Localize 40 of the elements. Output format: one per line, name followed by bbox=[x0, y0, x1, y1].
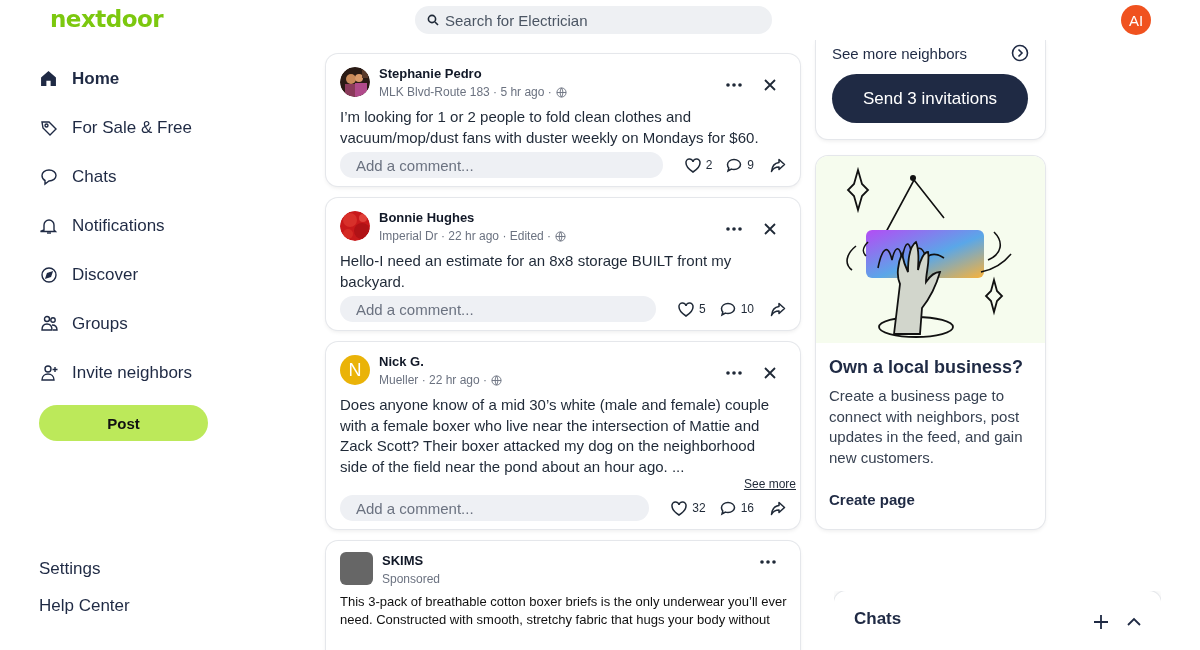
sidebar-item[interactable]: For Sale & Free bbox=[39, 103, 326, 152]
comment-field[interactable]: Add a comment... bbox=[340, 152, 663, 178]
card-title: Own a local business? bbox=[829, 357, 1025, 378]
post-text: This 3-pack of breathable cotton boxer briefs is the only underwear you’ll ever need. Constructed with smooth, stretchy fabric that hugs your body without bbox=[340, 594, 787, 627]
author-name[interactable]: Stephanie Pedro bbox=[379, 65, 482, 83]
send-invitations-button[interactable]: Send 3 invitations bbox=[832, 74, 1028, 123]
comment-count: 16 bbox=[740, 501, 754, 515]
see-more-link[interactable]: See more neighbors bbox=[832, 44, 968, 62]
post-text: Does anyone know of a mid 30’s white (male and female) couple with a female boxer who live near the intersection of Mattie and Zack Scott? Their boxer attacked my dog on the neighborhood side of the field near the pond about an hour ago. ... bbox=[340, 396, 770, 475]
comment-field[interactable]: Add a comment... bbox=[340, 495, 650, 521]
sidebar-item[interactable]: Home bbox=[39, 54, 326, 103]
create-page-link[interactable]: Create page bbox=[829, 491, 915, 508]
sidebar-item[interactable]: Invite neighbors bbox=[39, 348, 326, 397]
post-text: I’m looking for 1 or 2 people to fold clean clothes and vacuum/mop/dust fans with duster weekly on Mondays for $60. bbox=[340, 108, 759, 146]
post-meta: Imperial Dr · 22 hr ago · Edited · bbox=[379, 228, 552, 245]
user-avatar[interactable]: AI bbox=[1121, 5, 1151, 35]
post-button[interactable]: Post bbox=[39, 405, 208, 441]
post-meta: Sponsored bbox=[382, 571, 441, 588]
see-more-link[interactable]: See more bbox=[743, 477, 796, 491]
sidebar-item[interactable]: Groups bbox=[39, 299, 326, 348]
author-name[interactable]: SKIMS bbox=[382, 552, 424, 570]
post-text: Hello-I need an estimate for an 8x8 storage BUILT front my backyard. bbox=[340, 252, 732, 290]
comment-count: 9 bbox=[747, 158, 754, 172]
comment-count: 10 bbox=[740, 302, 754, 316]
card-description: Create a business page to connect with neighbors, post updates in the feed, and gain new customers. bbox=[829, 386, 1024, 468]
sidebar-item[interactable]: Discover bbox=[39, 250, 326, 299]
search-field[interactable]: Search for Electrician bbox=[415, 6, 772, 34]
panel-title: Chats bbox=[854, 609, 902, 629]
like-count: 2 bbox=[705, 158, 713, 172]
author-name[interactable]: Nick G. bbox=[379, 353, 424, 371]
comment-field[interactable]: Add a comment... bbox=[340, 296, 656, 322]
like-count: 5 bbox=[698, 302, 706, 316]
sidebar-item[interactable]: Notifications bbox=[39, 201, 326, 250]
author-name[interactable]: Bonnie Hughes bbox=[379, 209, 475, 227]
footer-link[interactable]: Settings bbox=[39, 550, 101, 587]
like-count: 32 bbox=[692, 501, 706, 515]
post-meta: Mueller · 22 hr ago · bbox=[379, 372, 488, 389]
sidebar-item[interactable]: Chats bbox=[39, 152, 326, 201]
footer-link[interactable]: Help Center bbox=[39, 587, 130, 624]
post-meta: MLK Blvd-Route 183 · 5 hr ago · bbox=[379, 84, 552, 101]
